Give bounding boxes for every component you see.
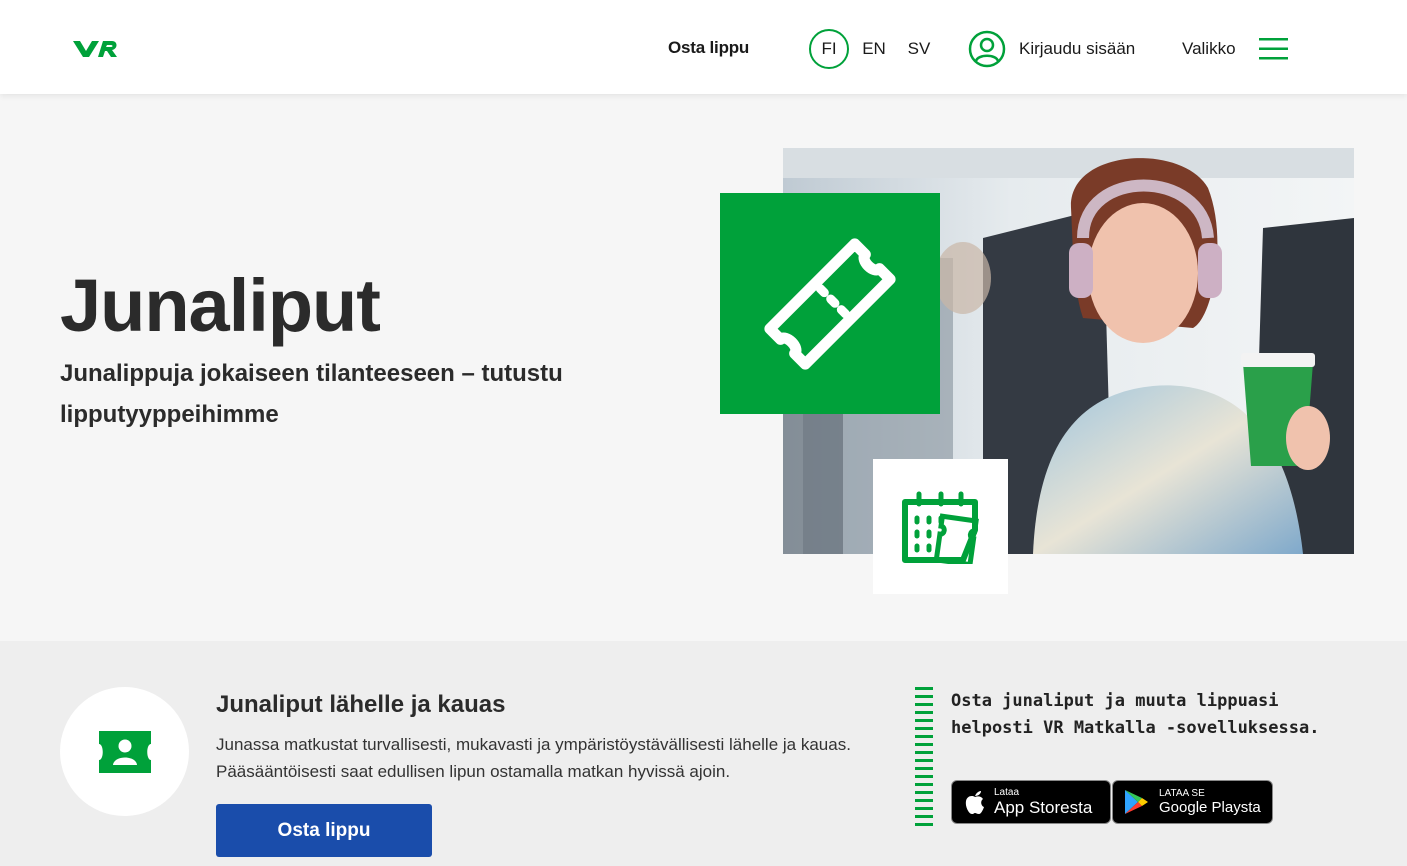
ticket-graphic-tile	[720, 193, 940, 414]
google-play-big-label: Google Playsta	[1159, 799, 1261, 816]
ticket-person-icon	[98, 730, 151, 773]
dashed-accent-strip	[915, 687, 933, 826]
app-store-big-label: App Storesta	[994, 798, 1093, 817]
menu-label[interactable]: Valikko	[1182, 39, 1236, 59]
hero-section: Junaliput Junalippuja jokaiseen tilantee…	[0, 94, 1407, 641]
google-play-button[interactable]: LATAA SE Google Playsta	[1112, 780, 1273, 824]
language-sv[interactable]: SV	[899, 29, 939, 69]
buy-ticket-button[interactable]: Osta lippu	[216, 804, 432, 857]
site-header: Osta lippu FI EN SV Kirjaudu sisään Vali…	[0, 0, 1407, 94]
language-fi[interactable]: FI	[809, 29, 849, 69]
section-body: Junassa matkustat turvallisesti, mukavas…	[216, 735, 851, 781]
ticket-badge-circle	[60, 687, 189, 816]
login-link[interactable]: Kirjaudu sisään	[1019, 39, 1135, 59]
app-store-button[interactable]: Lataa App Storesta	[951, 780, 1111, 824]
app-store-small-label: Lataa	[994, 787, 1020, 798]
google-play-small-label: LATAA SE	[1159, 788, 1205, 799]
hamburger-menu-icon[interactable]	[1259, 38, 1288, 60]
calendar-graphic-tile	[873, 459, 1008, 594]
vr-logo[interactable]	[71, 37, 119, 61]
section-title: Junaliput lähelle ja kauas	[216, 691, 506, 718]
ticket-info-section: Junaliput lähelle ja kauas Junassa matku…	[0, 641, 1407, 866]
nav-buy-ticket-link[interactable]: Osta lippu	[668, 38, 749, 58]
user-icon[interactable]	[968, 30, 1006, 68]
apple-icon	[965, 791, 984, 814]
ticket-icon	[764, 237, 896, 370]
google-play-icon	[1125, 790, 1148, 814]
calendar-icon	[901, 491, 979, 564]
language-en[interactable]: EN	[854, 29, 894, 69]
page-title: Junaliput	[60, 264, 381, 347]
hero-subtitle: Junalippuja jokaiseen tilanteeseen – tut…	[60, 360, 563, 428]
app-promo-text: Osta junaliput ja muuta lippuasi helpost…	[951, 691, 1320, 738]
